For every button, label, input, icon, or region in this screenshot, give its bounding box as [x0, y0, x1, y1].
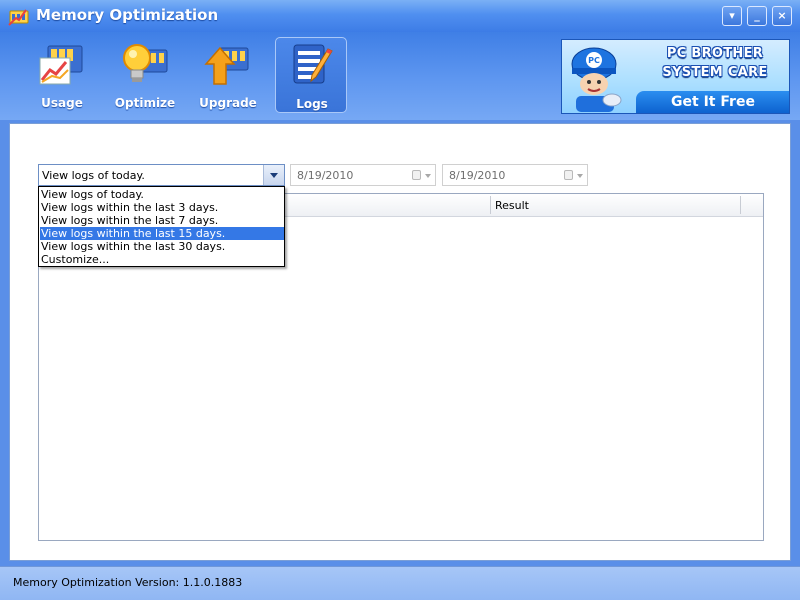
toolbar-label-upgrade: Upgrade [199, 96, 257, 110]
start-date-value: 8/19/2010 [297, 169, 354, 182]
app-icon [8, 9, 29, 26]
minimize-button[interactable]: _ [747, 6, 767, 26]
calendar-icon [412, 170, 421, 180]
ad-title-line2: SYSTEM CARE [662, 65, 768, 80]
upgrade-arrow-icon [204, 46, 249, 85]
column-divider[interactable] [490, 196, 491, 214]
window-title: Memory Optimization [36, 6, 219, 24]
toolbar-label-usage: Usage [41, 96, 83, 110]
app-window: Memory Optimization ▾ _ × Usage Optimize… [0, 0, 800, 600]
dropdown-option-customize[interactable]: Customize... [40, 253, 284, 266]
dropdown-option-15-days[interactable]: View logs within the last 15 days. [40, 227, 284, 240]
ad-banner[interactable]: PC PC BROTHER SYSTEM CARE Get It Free [561, 39, 790, 114]
status-bar: Memory Optimization Version: 1.1.0.1883 [0, 566, 800, 600]
log-period-selected-value: View logs of today. [42, 169, 145, 182]
column-divider[interactable] [740, 196, 741, 214]
chevron-down-icon [425, 174, 431, 178]
ad-get-it-free-link[interactable]: Get It Free [636, 91, 789, 113]
toolbar-item-usage[interactable]: Usage [26, 37, 98, 113]
mascot-badge: PC [588, 56, 600, 65]
column-header-result[interactable]: Result [495, 199, 529, 212]
dropdown-option-3-days[interactable]: View logs within the last 3 days. [40, 201, 284, 214]
version-status-text: Memory Optimization Version: 1.1.0.1883 [13, 576, 243, 589]
ad-title-line1: PC BROTHER [666, 46, 764, 61]
toolbar-label-optimize: Optimize [114, 96, 176, 110]
chevron-down-icon [577, 174, 583, 178]
end-date-picker[interactable]: 8/19/2010 [442, 164, 588, 186]
toolbar-label-logs: Logs [296, 97, 328, 111]
title-bar[interactable]: Memory Optimization ▾ _ × [0, 0, 800, 32]
lightbulb-icon [123, 44, 168, 82]
menu-button[interactable]: ▾ [722, 6, 742, 26]
log-period-dropdown-list: View logs of today. View logs within the… [38, 186, 285, 267]
end-date-value: 8/19/2010 [449, 169, 506, 182]
dropdown-option-7-days[interactable]: View logs within the last 7 days. [40, 214, 284, 227]
toolbar-item-logs[interactable]: Logs [275, 37, 347, 113]
close-button[interactable]: × [772, 6, 792, 26]
start-date-picker[interactable]: 8/19/2010 [290, 164, 436, 186]
toolbar-item-upgrade[interactable]: Upgrade [192, 37, 264, 113]
log-period-select[interactable]: View logs of today. [38, 164, 285, 186]
toolbar-item-optimize[interactable]: Optimize [109, 37, 181, 113]
usage-chart-icon [39, 45, 83, 85]
mascot-icon: PC [571, 47, 622, 112]
notepad-pencil-icon [293, 44, 333, 84]
dropdown-option-today[interactable]: View logs of today. [40, 188, 284, 201]
dropdown-option-30-days[interactable]: View logs within the last 30 days. [40, 240, 284, 253]
dropdown-arrow-icon[interactable] [263, 165, 284, 185]
calendar-icon [564, 170, 573, 180]
main-toolbar: Usage Optimize Upgrade Logs PC PC BROTHE… [0, 32, 800, 120]
